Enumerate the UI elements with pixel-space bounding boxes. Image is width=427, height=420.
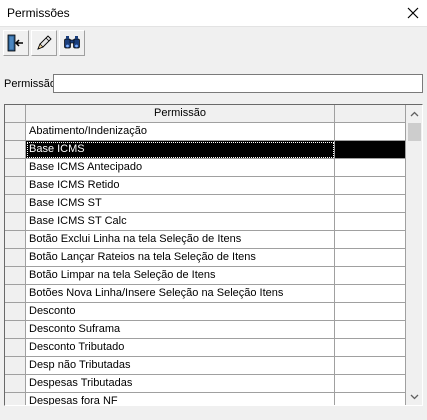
row-indicator-cell[interactable] (5, 321, 26, 339)
extra-cell[interactable] (335, 375, 406, 393)
permission-cell[interactable]: Base ICMS ST (26, 195, 335, 213)
row-indicator-cell[interactable] (5, 159, 26, 177)
table-row[interactable]: Abatimento/Indenização (5, 123, 406, 141)
row-indicator-cell[interactable] (5, 249, 26, 267)
scroll-thumb[interactable] (408, 123, 421, 141)
permission-cell[interactable]: Abatimento/Indenização (26, 123, 335, 141)
row-indicator-cell[interactable] (5, 357, 26, 375)
extra-cell[interactable] (335, 339, 406, 357)
toolbar (0, 26, 427, 63)
permissions-grid[interactable]: Permissão Abatimento/Indenização Base ICM… (4, 104, 423, 406)
extra-cell[interactable] (335, 159, 406, 177)
permission-cell[interactable]: Base ICMS Retido (26, 177, 335, 195)
extra-cell[interactable] (335, 213, 406, 231)
extra-cell[interactable] (335, 321, 406, 339)
table-row[interactable]: Botões Nova Linha/Insere Seleção na Sele… (5, 285, 406, 303)
permission-filter-input[interactable] (53, 74, 423, 93)
permission-cell[interactable]: Desp não Tributadas (26, 357, 335, 375)
content-area: Permissão Permissão Abatimento/Indenizaç… (0, 62, 427, 420)
row-indicator-cell[interactable] (5, 195, 26, 213)
permission-cell[interactable]: Base ICMS ST Calc (26, 213, 335, 231)
table-row[interactable]: Botão Exclui Linha na tela Seleção de It… (5, 231, 406, 249)
vertical-scrollbar[interactable] (406, 105, 422, 405)
row-indicator-cell[interactable] (5, 123, 26, 141)
grid-header: Permissão (5, 105, 406, 123)
row-indicator-cell[interactable] (5, 393, 26, 405)
permission-cell[interactable]: Desconto (26, 303, 335, 321)
table-row[interactable]: Despesas Tributadas (5, 375, 406, 393)
row-indicator-cell[interactable] (5, 375, 26, 393)
permission-cell[interactable]: Base ICMS Antecipado (26, 159, 335, 177)
extra-cell[interactable] (335, 195, 406, 213)
binoculars-icon (64, 36, 80, 49)
table-row[interactable]: Desconto Tributado (5, 339, 406, 357)
table-row[interactable]: Base ICMS Antecipado (5, 159, 406, 177)
extra-cell[interactable] (335, 141, 406, 159)
table-row[interactable]: Base ICMS Retido (5, 177, 406, 195)
window-title: Permissões (7, 6, 70, 20)
extra-cell[interactable] (335, 123, 406, 141)
edit-button[interactable] (31, 30, 57, 56)
permission-filter-label: Permissão (4, 78, 56, 90)
exit-door-icon (7, 34, 23, 52)
extra-cell[interactable] (335, 357, 406, 375)
permission-cell[interactable]: Desconto Suframa (26, 321, 335, 339)
pencil-icon (37, 35, 52, 50)
header-extra[interactable] (335, 105, 406, 123)
row-indicator-cell[interactable] (5, 177, 26, 195)
extra-cell[interactable] (335, 267, 406, 285)
row-indicator-cell[interactable] (5, 339, 26, 357)
table-row[interactable]: Botão Limpar na tela Seleção de Itens (5, 267, 406, 285)
extra-cell[interactable] (335, 303, 406, 321)
permission-cell[interactable]: Botões Nova Linha/Insere Seleção na Sele… (26, 285, 335, 303)
close-button[interactable] (398, 0, 427, 26)
table-row[interactable]: Base ICMS (5, 141, 406, 159)
header-permission[interactable]: Permissão (26, 105, 335, 123)
permission-cell[interactable]: Despesas Tributadas (26, 375, 335, 393)
row-indicator-cell[interactable] (5, 285, 26, 303)
table-row[interactable]: Botão Lançar Rateios na tela Seleção de … (5, 249, 406, 267)
extra-cell[interactable] (335, 249, 406, 267)
header-indicator-cell (5, 105, 26, 123)
table-row[interactable]: Base ICMS ST (5, 195, 406, 213)
close-icon (407, 7, 418, 19)
extra-cell[interactable] (335, 393, 406, 405)
permission-cell[interactable]: Botão Exclui Linha na tela Seleção de It… (26, 231, 335, 249)
table-row[interactable]: Base ICMS ST Calc (5, 213, 406, 231)
exit-button[interactable] (3, 30, 29, 56)
table-row[interactable]: Desconto (5, 303, 406, 321)
permission-cell[interactable]: Desconto Tributado (26, 339, 335, 357)
permission-cell[interactable]: Botão Lançar Rateios na tela Seleção de … (26, 249, 335, 267)
table-row[interactable]: Desp não Tributadas (5, 357, 406, 375)
row-indicator-cell[interactable] (5, 231, 26, 249)
row-indicator-cell[interactable] (5, 303, 26, 321)
scroll-up-button[interactable] (406, 105, 422, 122)
extra-cell[interactable] (335, 231, 406, 249)
row-indicator-cell[interactable] (5, 213, 26, 231)
scroll-down-button[interactable] (406, 388, 422, 405)
extra-cell[interactable] (335, 285, 406, 303)
row-indicator-cell[interactable] (5, 267, 26, 285)
table-row[interactable]: Despesas fora NF (5, 393, 406, 405)
chevron-up-icon (410, 111, 419, 116)
title-bar: Permissões (0, 0, 427, 26)
chevron-down-icon (410, 394, 419, 399)
permission-cell[interactable]: Botão Limpar na tela Seleção de Itens (26, 267, 335, 285)
row-indicator-cell[interactable] (5, 141, 26, 159)
table-row[interactable]: Desconto Suframa (5, 321, 406, 339)
permission-cell[interactable]: Base ICMS (26, 141, 335, 159)
search-button[interactable] (59, 30, 85, 56)
permission-cell[interactable]: Despesas fora NF (26, 393, 335, 405)
extra-cell[interactable] (335, 177, 406, 195)
